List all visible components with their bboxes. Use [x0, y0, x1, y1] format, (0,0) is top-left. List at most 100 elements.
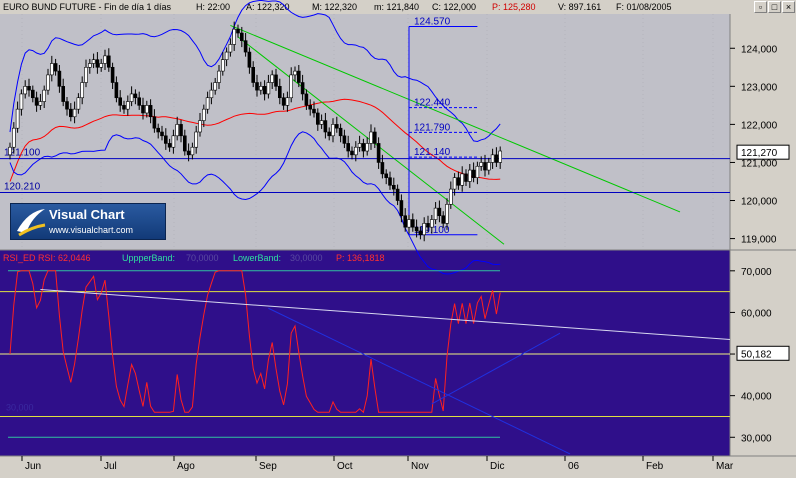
date-tick-label: Dic [490, 461, 504, 472]
close-button[interactable]: × [782, 1, 795, 13]
candle-body [270, 74, 275, 83]
candle-body [19, 93, 24, 110]
candle-body [490, 154, 495, 163]
header-volume: V: 897.161 [558, 2, 601, 12]
candle-body [114, 82, 119, 99]
candle-body [167, 143, 172, 148]
candle-body [475, 165, 480, 178]
candle-body [471, 169, 476, 178]
logo-url: www.visualchart.com [49, 225, 134, 235]
fib-level-label: 124.570 [414, 17, 451, 28]
candle-body [126, 101, 130, 110]
candle-body [57, 70, 62, 87]
visual-chart-logo: Visual Chart www.visualchart.com [10, 203, 166, 240]
logo-title: Visual Chart [49, 207, 125, 222]
header-min: m: 121,840 [374, 2, 419, 12]
candle-body [53, 63, 58, 72]
candle-body [251, 66, 255, 83]
header-high: H: 22:00 [196, 2, 230, 12]
candle-body [148, 105, 153, 118]
candle-body [323, 120, 328, 133]
chart-window: EURO BUND FUTURE - Fin de día 1 días H: … [0, 0, 796, 473]
candle-body [152, 116, 157, 129]
logo-swoosh-icon [17, 209, 46, 237]
candle-body [437, 207, 442, 217]
date-tick-label: Sep [259, 461, 277, 472]
rsi-legend-lower: LowerBand: [233, 253, 281, 263]
candle-body [407, 219, 411, 228]
date-tick-label: 06 [568, 461, 580, 472]
candle-body [175, 124, 179, 137]
header-max: M: 122,320 [312, 2, 357, 12]
candle-body [399, 200, 404, 217]
horizontal-level-label: 120.210 [4, 182, 41, 193]
candle-body [262, 86, 267, 95]
rsi-tick-label: 30,000 [741, 433, 772, 444]
candle-body [441, 215, 446, 224]
fib-level-label: 121.790 [414, 122, 451, 133]
candle-body [80, 82, 84, 99]
header-date: F: 01/08/2005 [616, 2, 672, 12]
candle-body [61, 86, 66, 102]
candle-body [88, 63, 92, 68]
candle-body [72, 108, 77, 118]
candle-body [414, 226, 419, 232]
minimize-button[interactable]: ▫ [754, 1, 767, 13]
candle-body [228, 44, 233, 53]
candle-body [346, 143, 351, 152]
candle-body [258, 86, 263, 91]
candle-body [319, 120, 324, 125]
fib-level-label: 121.140 [414, 147, 451, 158]
candle-body [486, 162, 491, 171]
candle-body [179, 124, 183, 137]
candle-body [156, 127, 160, 133]
candle-body [243, 40, 248, 53]
candle-body [42, 89, 47, 102]
rsi-plot-area[interactable] [0, 250, 730, 456]
candle-body [277, 86, 282, 99]
candle-body [445, 204, 449, 224]
candle-body [221, 59, 225, 72]
maximize-button[interactable]: □ [768, 1, 781, 13]
candle-body [186, 150, 191, 156]
rsi-tick-label: 70,000 [741, 267, 772, 278]
candle-body [137, 97, 141, 106]
candle-body [304, 93, 309, 106]
candle-body [129, 93, 134, 102]
candle-body [395, 188, 400, 201]
candle-body [422, 223, 427, 236]
candle-body [285, 97, 290, 106]
candle-body [384, 173, 389, 178]
candle-body [300, 82, 305, 95]
candle-body [236, 28, 240, 34]
date-tick-label: Jul [104, 461, 117, 472]
candle-body [342, 135, 347, 144]
candle-body [8, 146, 12, 156]
candle-body [217, 70, 221, 83]
candle-body [289, 74, 294, 99]
date-tick-label: Jun [25, 461, 41, 472]
candle-body [99, 63, 103, 68]
candle-body [202, 108, 206, 121]
rsi-legend-p: P: 136,1818 [336, 253, 385, 263]
candle-body [49, 63, 54, 76]
candle-body [103, 55, 107, 64]
candle-body [467, 169, 472, 182]
current-price-label: 121,270 [741, 148, 778, 159]
candle-body [27, 86, 31, 91]
candle-body [232, 28, 236, 45]
candle-body [410, 219, 415, 228]
header-p: P: 125,280 [492, 2, 536, 12]
candle-body [205, 97, 210, 110]
candle-body [107, 55, 111, 68]
candle-body [164, 135, 168, 144]
date-tick-label: Nov [411, 461, 429, 472]
candle-body [95, 59, 100, 68]
date-tick-label: Mar [716, 461, 734, 472]
price-tick-label: 122,000 [741, 120, 778, 131]
candle-body [334, 124, 339, 129]
candle-body [479, 162, 484, 167]
candle-body [198, 120, 202, 133]
rsi-legend-upper: UppperBand: [122, 253, 175, 263]
candle-body [460, 173, 465, 186]
